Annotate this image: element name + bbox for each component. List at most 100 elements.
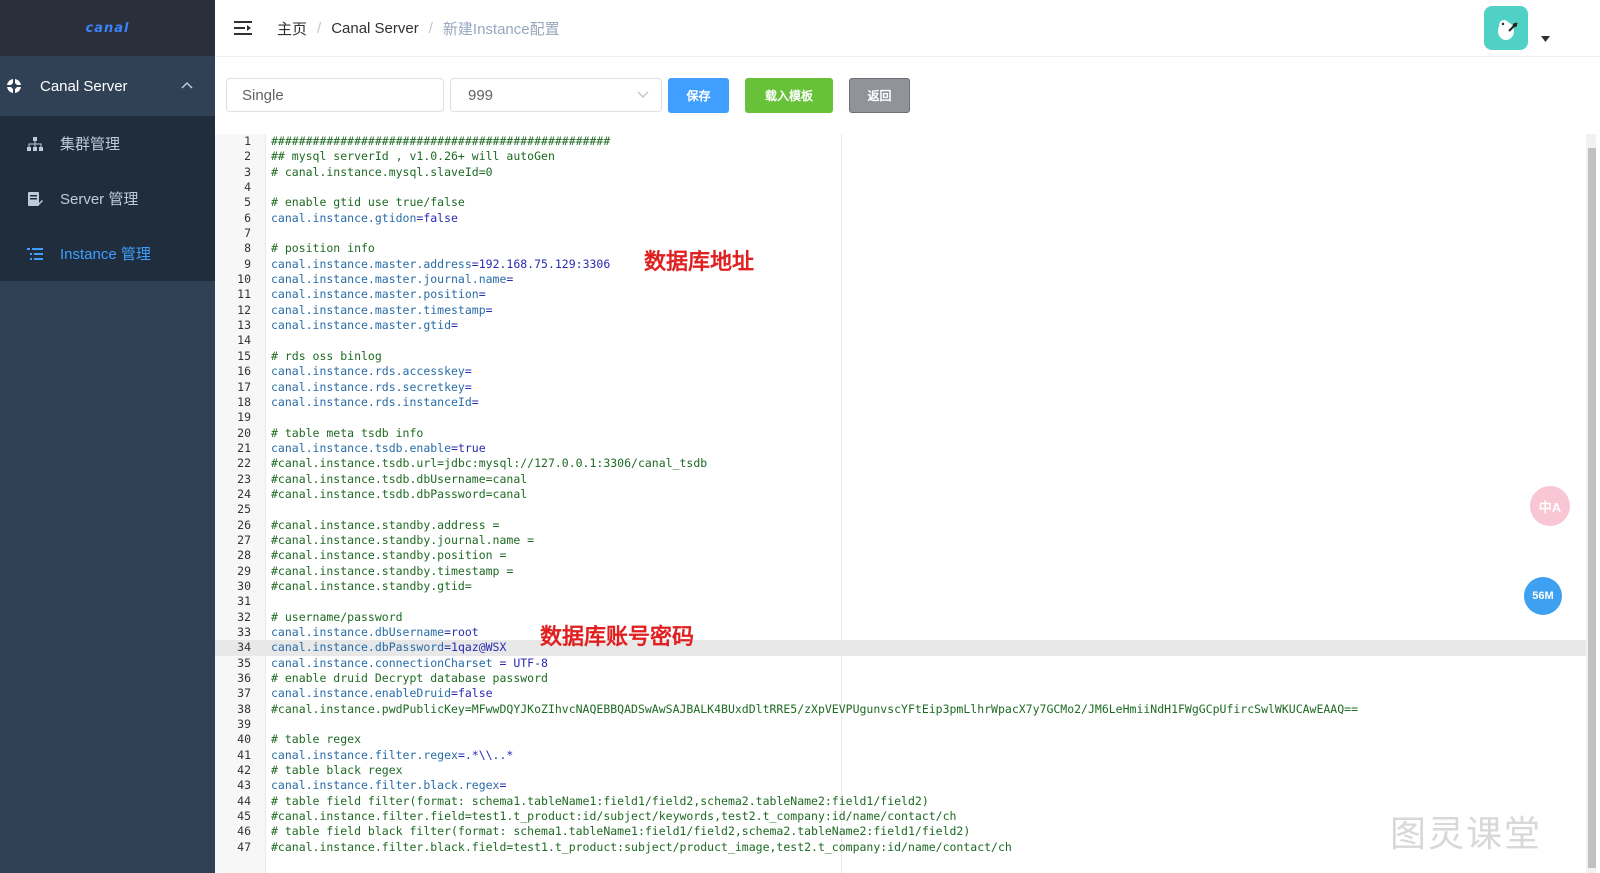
- annotation-db-address: 数据库地址: [644, 250, 755, 275]
- back-button[interactable]: 返回: [849, 77, 910, 113]
- code-line[interactable]: 5 # enable gtid use true/false: [215, 195, 1596, 210]
- sitemap-icon: [26, 135, 44, 153]
- code-line[interactable]: 36 # enable druid Decrypt database passwo…: [215, 671, 1596, 686]
- code-line[interactable]: 22 #canal.instance.tsdb.url=jdbc:mysql://…: [215, 456, 1596, 471]
- line-code: #canal.instance.filter.black.field=test1…: [271, 839, 1012, 854]
- breadcrumb-home[interactable]: 主页: [277, 18, 307, 39]
- code-line[interactable]: 26 #canal.instance.standby.address =: [215, 518, 1596, 533]
- code-line[interactable]: 9 canal.instance.master.address=192.168.7…: [215, 257, 1596, 272]
- line-code: canal.instance.connectionCharset = UTF-8: [271, 655, 548, 670]
- breadcrumb-separator: /: [428, 19, 433, 37]
- line-code: #canal.instance.filter.field=test1.t_pro…: [271, 809, 957, 824]
- code-line[interactable]: 19: [215, 410, 1596, 425]
- line-number: 25: [237, 502, 251, 517]
- code-line[interactable]: 13 canal.instance.master.gtid=: [215, 318, 1596, 333]
- save-button[interactable]: 保存: [668, 77, 729, 113]
- line-number: 44: [237, 793, 251, 808]
- breadcrumb-canal-server[interactable]: Canal Server: [331, 20, 419, 37]
- code-line[interactable]: 43 canal.instance.filter.black.regex=: [215, 778, 1596, 793]
- code-line[interactable]: 24 #canal.instance.tsdb.dbPassword=canal: [215, 487, 1596, 502]
- code-line[interactable]: 17 canal.instance.rds.secretkey=: [215, 380, 1596, 395]
- line-number: 1: [244, 134, 251, 148]
- code-line[interactable]: 15 # rds oss binlog: [215, 349, 1596, 364]
- sidebar-item-instance[interactable]: Instance 管理: [0, 226, 215, 281]
- code-line[interactable]: 38 #canal.instance.pwdPublicKey=MFwwDQYJK…: [215, 702, 1596, 717]
- menu-canal-server[interactable]: Canal Server: [0, 56, 215, 116]
- line-number: 35: [237, 655, 251, 670]
- load-template-button[interactable]: 载入模板: [745, 77, 833, 113]
- line-number: 7: [244, 226, 251, 241]
- code-line[interactable]: 40 # table regex: [215, 732, 1596, 747]
- code-line[interactable]: 47 #canal.instance.filter.black.field=tes…: [215, 840, 1596, 855]
- sidebar-item-server[interactable]: Server 管理: [0, 171, 215, 226]
- code-line[interactable]: 25: [215, 502, 1596, 517]
- code-line[interactable]: 10 canal.instance.master.journal.name=: [215, 272, 1596, 287]
- code-line[interactable]: 11 canal.instance.master.position=: [215, 287, 1596, 302]
- code-line[interactable]: 29 #canal.instance.standby.timestamp =: [215, 564, 1596, 579]
- code-line[interactable]: 21 canal.instance.tsdb.enable=true: [215, 441, 1596, 456]
- code-line[interactable]: 8 # position info: [215, 241, 1596, 256]
- line-number: 5: [244, 195, 251, 210]
- code-line[interactable]: 6 canal.instance.gtidon=false: [215, 211, 1596, 226]
- code-line[interactable]: 39: [215, 717, 1596, 732]
- code-line[interactable]: 30 #canal.instance.standby.gtid=: [215, 579, 1596, 594]
- code-line[interactable]: 12 canal.instance.master.timestamp=: [215, 303, 1596, 318]
- memory-float-badge[interactable]: 56M: [1524, 577, 1562, 615]
- instance-name-input[interactable]: Single: [226, 78, 444, 112]
- code-line[interactable]: 35 canal.instance.connectionCharset = UTF…: [215, 656, 1596, 671]
- code-line[interactable]: 1 #######################################…: [215, 134, 1596, 149]
- code-line[interactable]: 42 # table black regex: [215, 763, 1596, 778]
- code-line[interactable]: 27 #canal.instance.standby.journal.name =: [215, 533, 1596, 548]
- code-editor[interactable]: 1 #######################################…: [215, 134, 1596, 873]
- sidebar-item-label: Server 管理: [60, 191, 139, 208]
- line-code: canal.instance.rds.secretkey=: [271, 379, 472, 394]
- line-code: ## mysql serverId , v1.0.26+ will autoGe…: [271, 149, 555, 164]
- line-number: 36: [237, 671, 251, 686]
- line-code: canal.instance.tsdb.enable=true: [271, 440, 486, 455]
- line-number: 27: [237, 532, 251, 547]
- caret-down-icon[interactable]: [1541, 34, 1550, 45]
- code-line[interactable]: 4: [215, 180, 1596, 195]
- hamburger-icon[interactable]: [233, 18, 253, 38]
- code-line[interactable]: 44 # table field filter(format: schema1.t…: [215, 794, 1596, 809]
- code-line[interactable]: 14: [215, 333, 1596, 348]
- code-line[interactable]: 46 # table field black filter(format: sch…: [215, 824, 1596, 839]
- scrollbar-thumb[interactable]: [1588, 148, 1596, 868]
- line-number: 40: [237, 732, 251, 747]
- line-number: 20: [237, 425, 251, 440]
- file-edit-icon: [26, 190, 44, 208]
- code-line[interactable]: 20 # table meta tsdb info: [215, 426, 1596, 441]
- line-code: # table black regex: [271, 763, 403, 778]
- line-number: 19: [237, 410, 251, 425]
- editor-scrollbar[interactable]: [1586, 134, 1596, 873]
- logo[interactable]: canal: [0, 0, 215, 56]
- code-line[interactable]: 41 canal.instance.filter.regex=.*\\..*: [215, 748, 1596, 763]
- line-number: 15: [237, 348, 251, 363]
- line-number: 21: [237, 440, 251, 455]
- code-line[interactable]: 37 canal.instance.enableDruid=false: [215, 686, 1596, 701]
- line-code: #canal.instance.tsdb.url=jdbc:mysql://12…: [271, 456, 708, 471]
- cluster-select-value: 999: [468, 86, 494, 104]
- code-line[interactable]: 18 canal.instance.rds.instanceId=: [215, 395, 1596, 410]
- code-line[interactable]: 2 ## mysql serverId , v1.0.26+ will autoG…: [215, 149, 1596, 164]
- line-code: #canal.instance.standby.timestamp =: [271, 563, 514, 578]
- code-line[interactable]: 28 #canal.instance.standby.position =: [215, 548, 1596, 563]
- cluster-select[interactable]: 999: [450, 78, 662, 112]
- code-line[interactable]: 16 canal.instance.rds.accesskey=: [215, 364, 1596, 379]
- translate-float-button[interactable]: 中A: [1530, 486, 1570, 526]
- code-line[interactable]: 7: [215, 226, 1596, 241]
- code-line[interactable]: 31: [215, 594, 1596, 609]
- code-line[interactable]: 3 # canal.instance.mysql.slaveId=0: [215, 165, 1596, 180]
- avatar[interactable]: [1484, 6, 1528, 50]
- line-code: canal.instance.rds.instanceId=: [271, 394, 479, 409]
- code-line[interactable]: 32 # username/password: [215, 610, 1596, 625]
- line-code: #canal.instance.standby.address =: [271, 517, 500, 532]
- sidebar-item-cluster[interactable]: 集群管理: [0, 116, 215, 171]
- navbar: 主页 / Canal Server / 新建Instance配置: [215, 0, 1600, 57]
- code-line[interactable]: 45 #canal.instance.filter.field=test1.t_p…: [215, 809, 1596, 824]
- code-line[interactable]: 23 #canal.instance.tsdb.dbUsername=canal: [215, 472, 1596, 487]
- sidebar: canal Canal Server 集群管理 Server 管理 Instan…: [0, 0, 215, 873]
- code-line[interactable]: 34 canal.instance.dbPassword=1qaz@WSX: [215, 640, 1596, 656]
- code-line[interactable]: 33 canal.instance.dbUsername=root: [215, 625, 1596, 640]
- line-number: 31: [237, 594, 251, 609]
